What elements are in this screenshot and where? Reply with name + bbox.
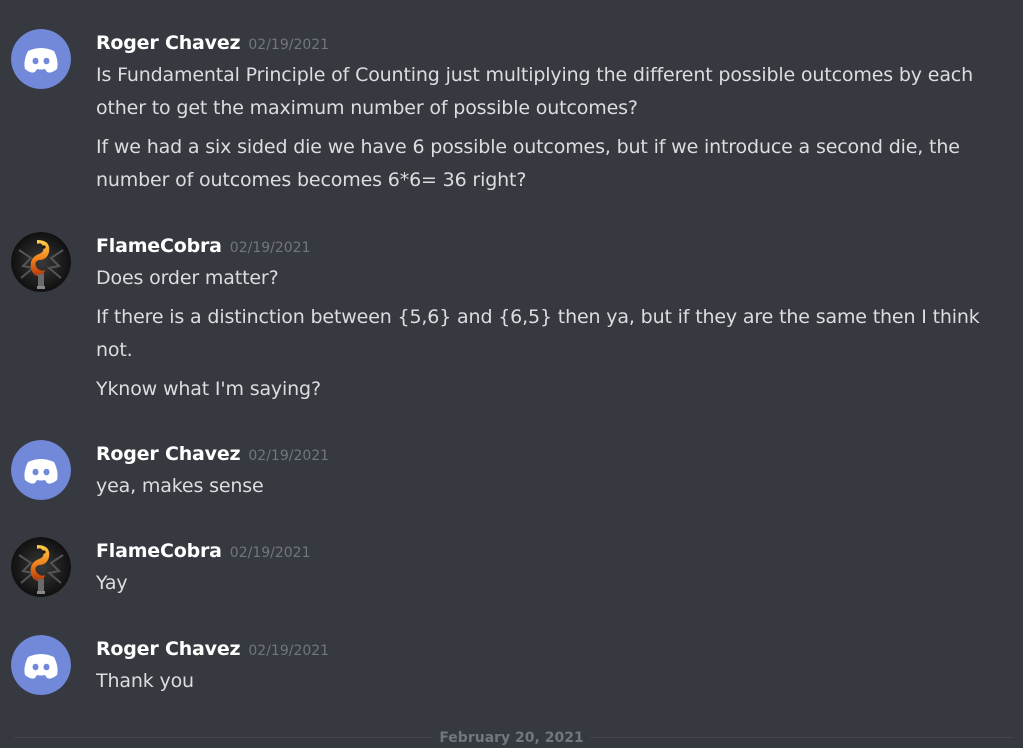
username[interactable]: Roger Chavez <box>96 443 241 465</box>
timestamp: 02/19/2021 <box>248 37 330 53</box>
message-body: Is Fundamental Principle of Counting jus… <box>96 59 996 203</box>
message-body: Thank you <box>96 665 996 704</box>
date-divider: February 20, 2021 <box>0 727 1023 748</box>
message-text: Yknow what I'm saying? <box>96 378 321 400</box>
message-header: FlameCobra 02/19/2021 <box>96 537 311 565</box>
message-text: Is Fundamental Principle of Counting jus… <box>96 64 974 119</box>
discord-default-avatar-icon[interactable] <box>11 29 71 89</box>
message-header: Roger Chavez 02/19/2021 <box>96 635 329 663</box>
chat-message-list: Roger Chavez 02/19/2021 Is Fundamental Pr… <box>0 0 1023 748</box>
message-text: Does order matter? <box>96 267 279 289</box>
username[interactable]: Roger Chavez <box>96 638 241 660</box>
message-text: yea, makes sense <box>96 475 264 497</box>
flame-cobra-avatar-icon[interactable] <box>11 537 71 597</box>
message-header: Roger Chavez 02/19/2021 <box>96 440 329 468</box>
message-header: FlameCobra 02/19/2021 <box>96 232 311 260</box>
date-divider-label: February 20, 2021 <box>433 730 590 746</box>
timestamp: 02/19/2021 <box>248 448 330 464</box>
message-header: Roger Chavez 02/19/2021 <box>96 29 329 57</box>
username[interactable]: FlameCobra <box>96 540 222 562</box>
timestamp: 02/19/2021 <box>229 240 311 256</box>
username[interactable]: Roger Chavez <box>96 32 241 54</box>
discord-default-avatar-icon[interactable] <box>11 635 71 695</box>
message-text: If there is a distinction between {5,6} … <box>96 306 980 361</box>
discord-default-avatar-icon[interactable] <box>11 440 71 500</box>
flame-cobra-avatar-icon[interactable] <box>11 232 71 292</box>
username[interactable]: FlameCobra <box>96 235 222 257</box>
message-text: Thank you <box>96 670 194 692</box>
timestamp: 02/19/2021 <box>248 643 330 659</box>
message-body: Does order matter? If there is a distinc… <box>96 262 996 412</box>
message-body: yea, makes sense <box>96 470 996 509</box>
message-text: Yay <box>96 572 128 594</box>
message-text: If we had a six sided die we have 6 poss… <box>96 136 960 191</box>
message-body: Yay <box>96 567 996 606</box>
timestamp: 02/19/2021 <box>229 545 311 561</box>
